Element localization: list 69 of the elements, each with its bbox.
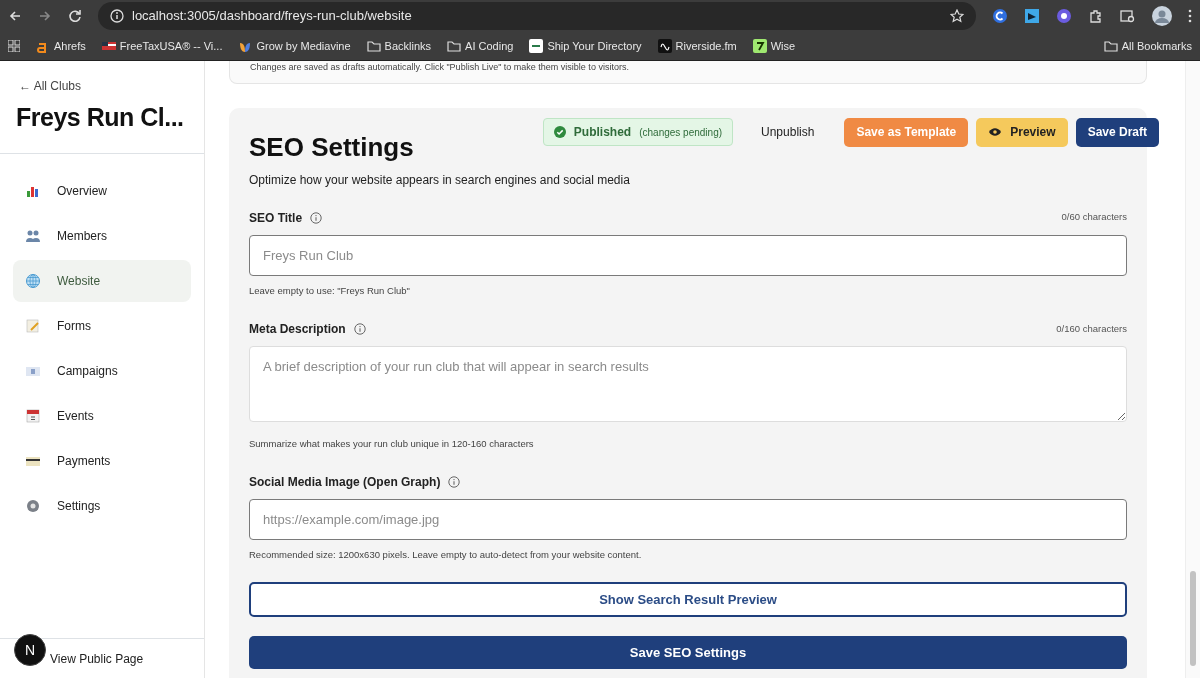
star-icon[interactable] xyxy=(950,9,964,23)
input-field[interactable]: Freys Run Club xyxy=(249,234,1127,276)
nav-item[interactable]: Website xyxy=(13,259,191,302)
scrollbar-thumb[interactable] xyxy=(1190,571,1196,666)
nav-item[interactable]: Payments xyxy=(13,439,191,482)
nav-item[interactable]: Overview xyxy=(13,169,191,212)
folder-icon xyxy=(1103,39,1118,53)
field-label: Social Media Image (Open Graph) xyxy=(249,474,441,491)
bookmark[interactable]: Ahrefs xyxy=(36,37,86,55)
app-logo-icon xyxy=(529,39,544,53)
forward-icon[interactable] xyxy=(38,9,52,23)
preview-toggle-button[interactable]: Show Search Result Preview xyxy=(249,582,1127,618)
status-badge: Published (changes pending) xyxy=(542,118,734,146)
bookmark[interactable]: Backlinks xyxy=(366,37,432,55)
nav-item[interactable]: Settings xyxy=(13,484,191,527)
help-text: Leave empty to use: "Freys Run Club" xyxy=(249,283,411,298)
apps-grid-icon[interactable] xyxy=(8,40,20,52)
calendar-icon xyxy=(25,407,41,424)
nav-item[interactable]: Events xyxy=(13,394,191,437)
field-label: SEO Title xyxy=(249,209,303,227)
puzzle-icon[interactable] xyxy=(1088,8,1104,24)
field-label: Meta Description xyxy=(249,320,346,338)
folder-icon xyxy=(447,39,462,53)
description-field[interactable]: A brief description of your run club that will appear in search results xyxy=(249,345,1127,422)
back-link[interactable]: ← All Clubs xyxy=(16,77,188,95)
bookmark[interactable]: Ship Your Directory xyxy=(529,37,642,55)
section-title: SEO Settings xyxy=(249,130,414,164)
bookmark[interactable]: AI Coding xyxy=(447,37,514,55)
dev-badge[interactable]: N xyxy=(14,634,46,666)
app-logo-icon xyxy=(752,39,767,53)
section-subtitle: Optimize how your website appears in search engines and social media xyxy=(249,171,631,189)
bookmark[interactable]: FreeTaxUSA® -- Vi... xyxy=(101,37,223,55)
save-button[interactable]: Save SEO Settings xyxy=(249,636,1127,670)
notice-text: Changes are saved as drafts automatically. Click "Publish Live" to make them visible to visitors. xyxy=(250,61,630,74)
info-icon xyxy=(110,9,124,23)
extension-icon[interactable] xyxy=(1056,8,1072,24)
nav-item[interactable]: Members xyxy=(13,214,191,257)
extension-icon[interactable] xyxy=(992,8,1008,24)
bookmark[interactable]: Grow by Mediavine xyxy=(238,37,351,55)
tab-search-icon[interactable] xyxy=(1120,8,1136,24)
save-draft-button[interactable]: Save Draft xyxy=(1075,117,1159,147)
unpublish-button[interactable]: Unpublish xyxy=(749,117,827,147)
check-circle-icon xyxy=(553,126,566,138)
back-icon[interactable] xyxy=(8,9,22,23)
bookmark[interactable]: Riverside.fm xyxy=(657,37,737,55)
nav-item[interactable]: Forms xyxy=(13,304,191,347)
folder-icon xyxy=(366,39,381,53)
memo-icon xyxy=(25,317,41,334)
character-counter: 0/160 characters xyxy=(1056,321,1127,336)
extension-icon[interactable] xyxy=(1024,8,1040,24)
eye-icon xyxy=(988,127,1003,137)
info-icon[interactable] xyxy=(310,211,323,224)
more-icon[interactable] xyxy=(1188,9,1192,23)
bookmark[interactable]: Wise xyxy=(752,37,796,55)
info-icon[interactable] xyxy=(353,322,366,335)
globe-icon xyxy=(25,272,41,289)
flag-icon xyxy=(101,39,116,53)
help-text: Summarize what makes your run club unique in 120-160 characters xyxy=(249,436,535,451)
help-text: Recommended size: 1200x630 pixels. Leave empty to auto-detect from your website content. xyxy=(249,548,643,562)
avatar-icon[interactable] xyxy=(1152,6,1172,26)
wave-icon xyxy=(657,39,672,53)
preview-button[interactable]: Preview xyxy=(976,117,1068,147)
reload-icon[interactable] xyxy=(68,9,82,23)
nav-item[interactable]: Campaigns xyxy=(13,349,191,392)
character-counter: 0/60 characters xyxy=(1061,210,1127,225)
info-icon[interactable] xyxy=(448,476,461,488)
club-name: Freys Run Cl... xyxy=(16,102,185,133)
bookmark[interactable]: All Bookmarks xyxy=(1103,37,1192,55)
input-field[interactable]: https://example.com/image.jpg xyxy=(249,499,1127,540)
